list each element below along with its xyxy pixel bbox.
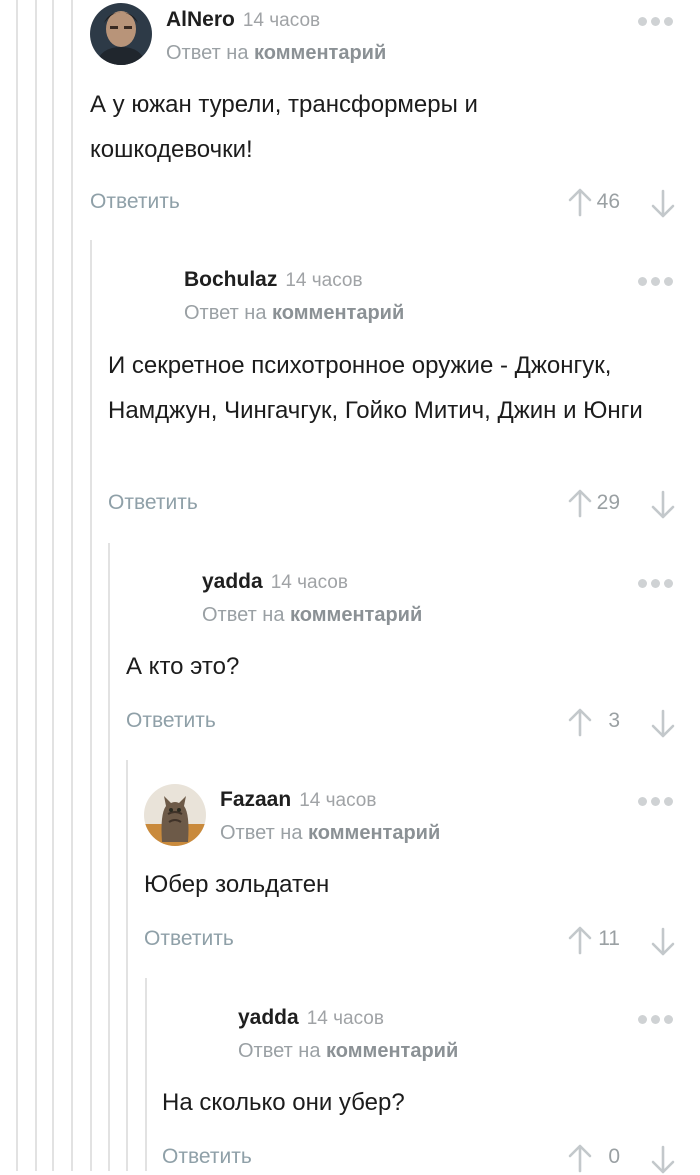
username[interactable]: yadda 14 часов [202,570,348,594]
avatar[interactable] [144,784,206,846]
comment-text: А кто это? [126,653,240,680]
username[interactable]: Bochulaz 14 часов [184,268,363,292]
comment-time: 14 часов [306,1008,384,1029]
arrow-down-icon[interactable] [651,927,675,957]
more-dots-icon[interactable] [638,579,673,588]
thread-line [16,0,18,1171]
comment-text: А у южан турели, трансформеры и кошкодев… [90,91,478,163]
comment-time: 14 часов [270,572,348,593]
thread-line [90,240,92,1171]
more-dots-icon[interactable] [638,277,673,286]
reply-to-link[interactable]: комментарий [290,604,422,626]
username[interactable]: yadda 14 часов [238,1006,384,1030]
rating-value: 29 [596,491,620,514]
arrow-down-icon[interactable] [651,490,675,520]
avatar[interactable] [90,3,152,65]
username[interactable]: Fazaan 14 часов [220,788,376,812]
comment: yadda 14 часов Ответ на комментарий А кто… [126,562,700,760]
more-dots-icon[interactable] [638,17,673,26]
reply-to-link[interactable]: комментарий [254,42,386,64]
reply-button[interactable]: Ответить [162,1145,252,1169]
rating-value: 3 [608,709,620,732]
reply-to-link[interactable]: комментарий [326,1040,458,1062]
thread-line [126,760,128,1171]
rating-value: 46 [596,190,620,213]
more-dots-icon[interactable] [638,797,673,806]
reply-to: Ответ на комментарий [220,822,441,844]
thread-line [35,0,37,1171]
reply-to: Ответ на комментарий [166,42,387,64]
thread-line [52,0,54,1171]
comment: Bochulaz 14 часов Ответ на комментарий И … [108,260,700,543]
reply-button[interactable]: Ответить [108,491,198,515]
username[interactable]: AlNero 14 часов [166,8,320,32]
comment-text: Юбер зольдатен [144,871,330,898]
comment-text: И секретное психотронное оружие - Джонгу… [108,352,643,424]
comment-text: На сколько они убер? [162,1089,405,1116]
reply-to-link[interactable]: комментарий [308,822,440,844]
reply-button[interactable]: Ответить [126,709,216,733]
comment-time: 14 часов [299,790,377,811]
comment: AlNero 14 часов Ответ на комментарий А у … [90,0,700,240]
rating-value: 11 [598,927,620,950]
comment-time: 14 часов [242,10,321,31]
rating-value: 0 [608,1145,620,1168]
reply-to-link[interactable]: комментарий [272,302,404,324]
comment: Fazaan 14 часов Ответ на комментарий Юбер… [144,780,700,978]
arrow-down-icon[interactable] [651,189,675,219]
reply-to: Ответ на комментарий [184,302,405,324]
reply-to: Ответ на комментарий [202,604,423,626]
arrow-down-icon[interactable] [651,709,675,739]
thread-line [71,0,73,1171]
reply-to: Ответ на комментарий [238,1040,459,1062]
reply-button[interactable]: Ответить [90,190,180,214]
comment: yadda 14 часов Ответ на комментарий На ск… [162,998,700,1174]
thread-line [108,543,110,1171]
more-dots-icon[interactable] [638,1015,673,1024]
thread-line [145,978,147,1171]
reply-button[interactable]: Ответить [144,927,234,951]
comment-time: 14 часов [285,270,363,291]
